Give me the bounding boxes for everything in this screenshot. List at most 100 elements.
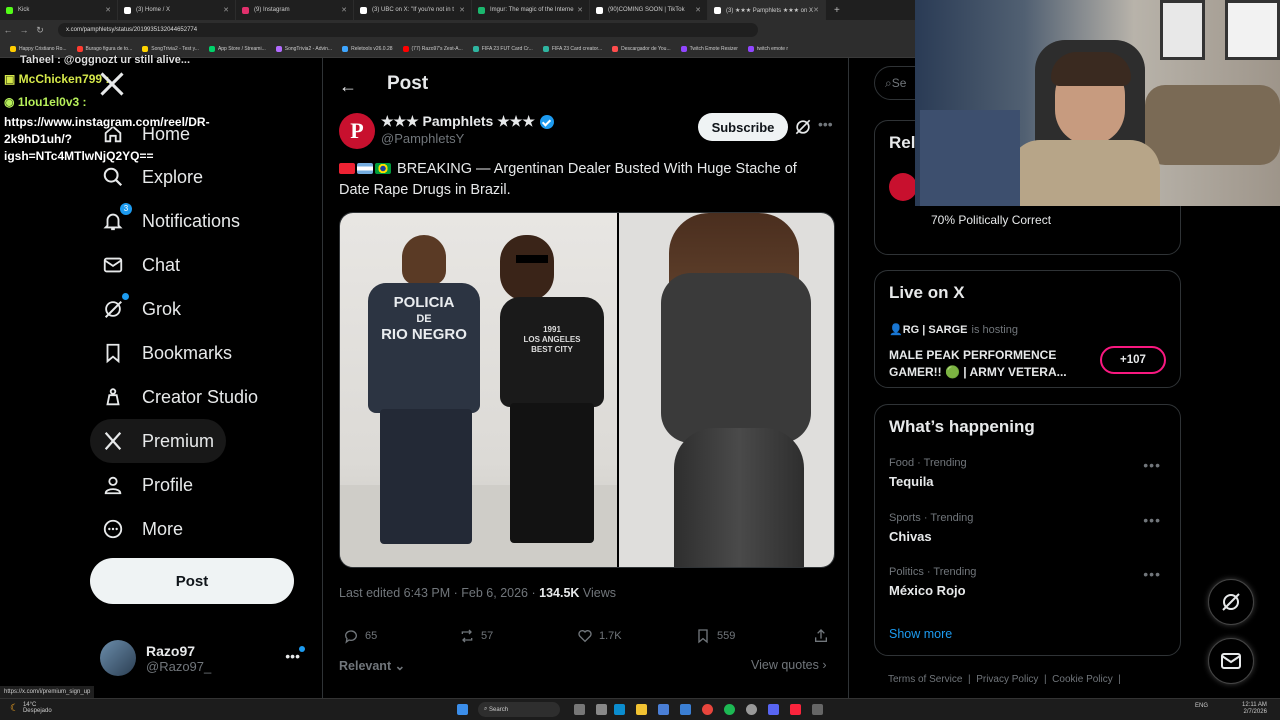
close-icon[interactable]: ✕	[459, 6, 465, 14]
bookmark-favicon-icon	[542, 45, 549, 52]
nav-item-creator-studio[interactable]: Creator Studio	[90, 375, 270, 419]
view-quotes-label: View quotes	[751, 658, 819, 672]
live-title[interactable]: MALE PEAK PERFORMENCE GAMER!! 🟢 | ARMY V…	[889, 347, 1084, 381]
nav-item-bookmarks[interactable]: Bookmarks	[90, 331, 244, 375]
browser-tab-active[interactable]: (3) ★★★ Pamphlets ★★★ on X ✕	[708, 0, 826, 20]
url-field[interactable]: x.com/pamphletsy/status/2019935132044652…	[58, 23, 758, 37]
bookmark-item[interactable]: SongTrivia2 - Advin...	[275, 45, 332, 52]
trend-item[interactable]: Sports · Trending Chivas •••	[889, 512, 1169, 544]
listener-count[interactable]: +107	[1100, 346, 1166, 374]
close-icon[interactable]: ✕	[223, 6, 229, 14]
chrome-icon[interactable]	[702, 704, 713, 715]
post-meta: Last edited 6:43 PM · Feb 6, 2026 · 134.…	[339, 586, 616, 600]
trend-name: México Rojo	[889, 583, 966, 598]
account-switcher[interactable]: Razo97 @Razo97_ •••	[100, 638, 310, 678]
bookmark-item[interactable]: twitch emote r	[747, 45, 788, 52]
nav-item-more[interactable]: More	[90, 507, 195, 551]
show-more-link[interactable]: Show more	[889, 627, 952, 641]
edited-timestamp[interactable]: Last edited 6:43 PM · Feb 6, 2026 ·	[339, 586, 539, 600]
bookmark-item[interactable]: Twitch Emote Resizer	[680, 45, 738, 52]
back-arrow-icon[interactable]: ←	[0, 25, 16, 35]
nav-item-profile[interactable]: Profile	[90, 463, 205, 507]
mail-icon[interactable]	[680, 704, 691, 715]
bookmark-button[interactable]: 559	[695, 628, 735, 644]
nav-item-premium[interactable]: Premium	[90, 419, 227, 463]
close-icon[interactable]: ✕	[695, 6, 701, 14]
author-name-row[interactable]: ★★★ Pamphlets ★★★	[381, 113, 554, 130]
grok-icon[interactable]	[793, 117, 813, 137]
reply-button[interactable]: 65	[343, 628, 377, 644]
taskview-icon[interactable]	[574, 704, 585, 715]
browser-tab[interactable]: Imgur: The magic of the Interne ✕	[472, 0, 590, 20]
nav-item-notifications[interactable]: 3 Notifications	[90, 199, 252, 243]
x-logo-icon[interactable]	[98, 70, 126, 98]
browser-tab[interactable]: (9) Instagram ✕	[236, 0, 354, 20]
card-heading: What’s happening	[889, 417, 1035, 436]
bookmark-item[interactable]: App Store / Streami...	[208, 45, 266, 52]
like-button[interactable]: 1.7K	[577, 628, 622, 644]
clock[interactable]: 12:11 AM 2/7/2026	[1242, 702, 1267, 716]
author-avatar[interactable]: P	[339, 113, 375, 149]
share-button[interactable]	[813, 628, 835, 644]
obs-icon[interactable]	[746, 704, 757, 715]
reply-sort-dropdown[interactable]: Relevant ⌄	[339, 658, 405, 673]
weather-widget[interactable]: ☾ 14°C Despejado	[10, 702, 52, 714]
bookmark-item[interactable]: Descargador de You...	[612, 45, 671, 52]
author-avatar[interactable]	[889, 173, 917, 201]
more-dots-icon[interactable]: •••	[285, 648, 300, 664]
edge-icon[interactable]	[614, 704, 625, 715]
close-icon[interactable]: ✕	[105, 6, 111, 14]
more-dots-icon[interactable]: •••	[1143, 512, 1161, 528]
post-button[interactable]: Post	[90, 558, 294, 604]
bookmark-item[interactable]: SongTrivia2 - Test y...	[142, 45, 199, 52]
repost-button[interactable]: 57	[459, 628, 493, 644]
store-icon[interactable]	[658, 704, 669, 715]
browser-tab[interactable]: Kick ✕	[0, 0, 118, 20]
more-dots-icon[interactable]: •••	[1143, 566, 1161, 582]
bookmark-item[interactable]: Reletools v26.0.28	[342, 45, 393, 52]
live-host[interactable]: 👤 RG | SARGE is hosting	[889, 323, 1018, 337]
back-arrow-icon[interactable]: ←	[339, 76, 357, 97]
close-icon[interactable]: ✕	[813, 6, 819, 14]
taskbar-search[interactable]: ⌕ Search	[478, 702, 560, 717]
trend-item[interactable]: Food · Trending Tequila •••	[889, 457, 1169, 489]
music-icon[interactable]	[790, 704, 801, 715]
browser-tab[interactable]: (3) UBC on X: "If you're not in t ✕	[354, 0, 472, 20]
more-dots-icon[interactable]: •••	[1143, 457, 1161, 473]
app-icon[interactable]	[812, 704, 823, 715]
discord-icon[interactable]	[768, 704, 779, 715]
reload-icon[interactable]: ↻	[32, 25, 48, 36]
browser-tab[interactable]: (3) Home / X ✕	[118, 0, 236, 20]
more-dots-icon[interactable]: •••	[818, 116, 833, 132]
nav-item-chat[interactable]: Chat	[90, 243, 192, 287]
close-icon[interactable]: ✕	[341, 6, 347, 14]
bookmark-item[interactable]: (77) Razo97's Zest-A...	[402, 45, 463, 52]
footer-link[interactable]: Privacy Policy	[976, 674, 1038, 685]
bookmark-item[interactable]: Burago figura de to...	[76, 45, 132, 52]
new-tab-icon[interactable]: +	[826, 5, 848, 16]
subscribe-button[interactable]: Subscribe	[698, 113, 788, 141]
system-tray[interactable]: ENG	[1195, 703, 1208, 709]
bookmark-item[interactable]: FIFA 23 Card creator...	[542, 45, 602, 52]
forward-arrow-icon[interactable]: →	[16, 25, 32, 35]
bookmark-item[interactable]: Happy Cristiano Ro...	[10, 45, 67, 52]
trend-item[interactable]: Politics · Trending México Rojo •••	[889, 566, 1169, 598]
bookmark-favicon-icon	[76, 45, 83, 52]
footer-link[interactable]: Cookie Policy	[1052, 674, 1113, 685]
bookmark-item[interactable]: FIFA 23 FUT Card Cr...	[472, 45, 533, 52]
close-icon[interactable]: ✕	[577, 6, 583, 14]
windows-start-icon[interactable]	[457, 704, 468, 715]
grok-fab[interactable]	[1208, 579, 1254, 625]
author-handle[interactable]: @PamphletsY	[381, 131, 464, 146]
spotify-icon[interactable]	[724, 704, 735, 715]
messages-fab[interactable]	[1208, 638, 1254, 684]
view-quotes-link[interactable]: View quotes ›	[751, 658, 827, 672]
file-explorer-icon[interactable]	[636, 704, 647, 715]
nav-label: Creator Studio	[142, 386, 259, 407]
app-icon[interactable]	[596, 704, 607, 715]
envelope-icon	[1221, 653, 1241, 669]
browser-tab[interactable]: (90)COMING SOON | TikTok ✕	[590, 0, 708, 20]
nav-item-grok[interactable]: Grok	[90, 287, 193, 331]
post-media[interactable]: POLICIA DE RIO NEGRO 1991 LOS ANGELES BE…	[339, 212, 835, 568]
footer-link[interactable]: Terms of Service	[888, 674, 962, 685]
